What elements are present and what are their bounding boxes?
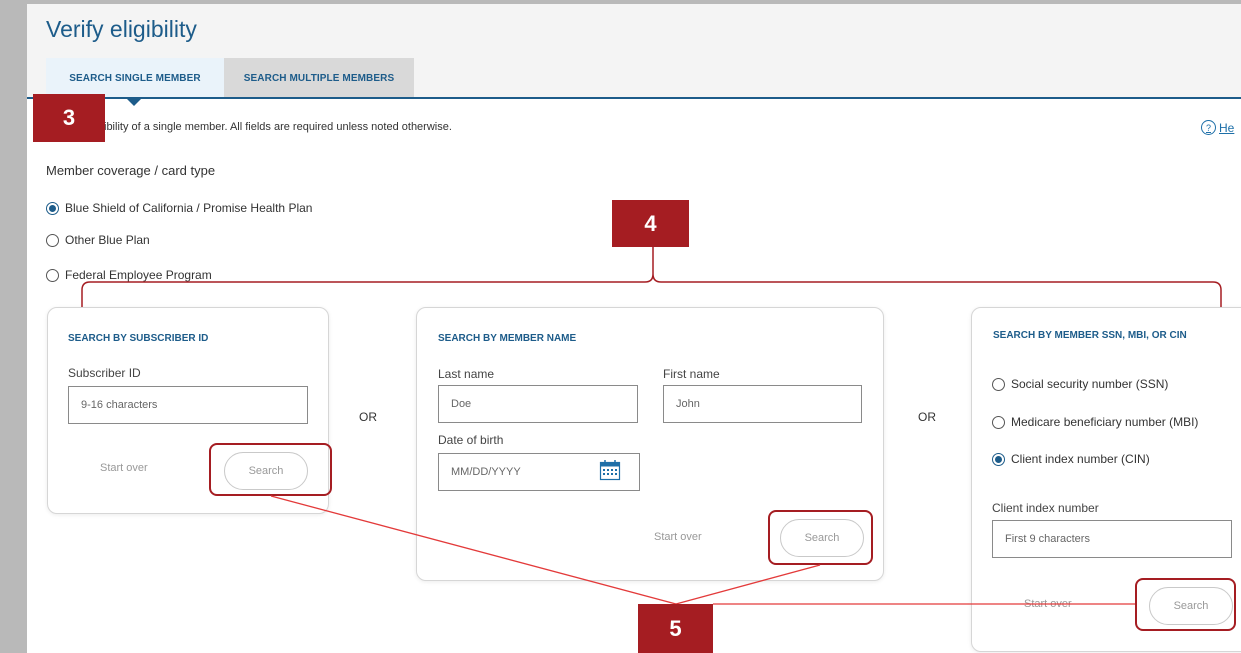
id-option-ssn[interactable]: Social security number (SSN)	[992, 377, 1168, 391]
help-link[interactable]: ? He	[1201, 120, 1234, 135]
radio-button[interactable]	[992, 415, 1005, 429]
callout-badge-3: 3	[33, 94, 105, 142]
subscriber-start-over-link[interactable]: Start over	[100, 462, 148, 474]
member-name-start-over-link[interactable]: Start over	[654, 531, 702, 543]
id-option-label: Client index number (CIN)	[1011, 452, 1150, 466]
calendar-icon[interactable]	[599, 459, 621, 481]
callout-badge-4: 4	[612, 200, 689, 247]
or-separator-2: OR	[918, 410, 936, 424]
client-index-number-input[interactable]: First 9 characters	[992, 520, 1232, 558]
last-name-input[interactable]: Doe	[438, 385, 638, 423]
coverage-option-label: Blue Shield of California / Promise Heal…	[65, 201, 313, 215]
first-name-input[interactable]: John	[663, 385, 862, 423]
active-tab-caret-icon	[127, 99, 141, 106]
coverage-option-other-blue-plan[interactable]: Other Blue Plan	[46, 233, 150, 247]
left-rail	[0, 0, 27, 653]
callout-badge-5: 5	[638, 604, 713, 653]
coverage-option-label: Other Blue Plan	[65, 233, 150, 247]
coverage-option-blue-shield[interactable]: Blue Shield of California / Promise Heal…	[46, 201, 312, 215]
radio-button[interactable]	[992, 452, 1005, 466]
or-separator-1: OR	[359, 410, 377, 424]
intro-text: ibility of a single member. All fields a…	[104, 121, 452, 133]
page-title: Verify eligibility	[46, 16, 197, 42]
search-button-highlight	[1135, 578, 1236, 631]
subscriber-id-input[interactable]: 9-16 characters	[68, 386, 308, 424]
subscriber-card-title: SEARCH BY SUBSCRIBER ID	[68, 333, 209, 344]
search-button-highlight	[768, 510, 873, 565]
id-start-over-link[interactable]: Start over	[1024, 598, 1072, 610]
coverage-option-federal-employee[interactable]: Federal Employee Program	[46, 268, 212, 282]
id-option-label: Medicare beneficiary number (MBI)	[1011, 415, 1199, 429]
id-option-cin[interactable]: Client index number (CIN)	[992, 452, 1150, 466]
coverage-section-label: Member coverage / card type	[46, 163, 216, 178]
tab-search-single-member[interactable]: SEARCH SINGLE MEMBER	[46, 58, 224, 98]
help-link-label: He	[1219, 120, 1235, 135]
coverage-option-label: Federal Employee Program	[65, 268, 212, 282]
id-option-mbi[interactable]: Medicare beneficiary number (MBI)	[992, 415, 1198, 429]
help-icon: ?	[1201, 120, 1216, 135]
id-option-label: Social security number (SSN)	[1011, 377, 1169, 391]
subscriber-id-label: Subscriber ID	[68, 366, 141, 380]
date-of-birth-label: Date of birth	[438, 433, 504, 447]
radio-button[interactable]	[46, 201, 59, 215]
last-name-label: Last name	[438, 367, 495, 381]
radio-button[interactable]	[992, 377, 1005, 391]
tab-search-multiple-members[interactable]: SEARCH MULTIPLE MEMBERS	[224, 58, 414, 98]
radio-button[interactable]	[46, 233, 59, 247]
search-button-highlight	[209, 443, 332, 496]
first-name-label: First name	[663, 367, 720, 381]
client-index-number-label: Client index number	[992, 501, 1099, 515]
tab-underline	[27, 97, 1241, 99]
member-name-card-title: SEARCH BY MEMBER NAME	[438, 333, 577, 344]
radio-button[interactable]	[46, 268, 59, 282]
member-id-card-title: SEARCH BY MEMBER SSN, MBI, OR CIN	[993, 330, 1187, 341]
